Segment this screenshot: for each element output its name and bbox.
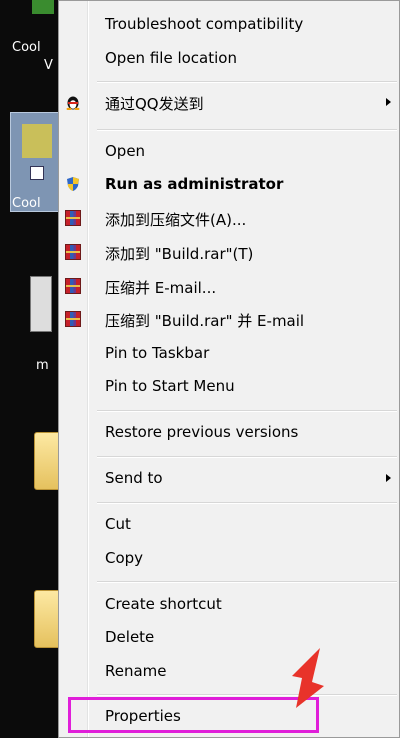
uac-shield-icon bbox=[65, 176, 81, 192]
menu-item-cut[interactable]: Cut bbox=[59, 509, 399, 539]
shortcut-arrow-icon bbox=[30, 166, 44, 180]
menu-item-e-mail[interactable]: 压缩并 E-mail... bbox=[59, 271, 399, 301]
menu-item-label: 压缩并 E-mail... bbox=[105, 279, 217, 297]
app-icon-top[interactable] bbox=[32, 0, 54, 14]
menu-item-label: Open bbox=[105, 142, 146, 160]
red-pointer-arrow-icon bbox=[292, 648, 324, 708]
menu-separator bbox=[97, 502, 397, 504]
menu-item-label: Delete bbox=[105, 628, 155, 646]
menu-item-a[interactable]: 添加到压缩文件(A)... bbox=[59, 203, 399, 233]
menu-item-label: 通过QQ发送到 bbox=[105, 95, 204, 113]
menu-separator bbox=[97, 694, 397, 696]
menu-item-label: 添加到压缩文件(A)... bbox=[105, 211, 247, 229]
app-icon bbox=[22, 124, 52, 158]
menu-separator bbox=[97, 581, 397, 583]
menu-separator bbox=[97, 410, 397, 412]
winrar-icon bbox=[65, 311, 81, 327]
menu-separator bbox=[97, 456, 397, 458]
menu-item-copy[interactable]: Copy bbox=[59, 543, 399, 573]
desktop-label-cool-2[interactable]: Cool bbox=[12, 196, 41, 211]
menu-item-build-rar-e-mail[interactable]: 压缩到 "Build.rar" 并 E-mail bbox=[59, 304, 399, 334]
menu-item-pin-to-taskbar[interactable]: Pin to Taskbar bbox=[59, 338, 399, 368]
menu-item-label: 添加到 "Build.rar"(T) bbox=[105, 245, 254, 263]
menu-item-send-to[interactable]: Send to bbox=[59, 463, 399, 493]
context-menu: Troubleshoot compatibility Open file loca… bbox=[58, 0, 400, 738]
desktop-label-cool-1[interactable]: Cool bbox=[12, 40, 41, 55]
submenu-arrow-icon bbox=[386, 474, 391, 482]
menu-item-open-file-location[interactable]: Open file location bbox=[59, 43, 399, 73]
menu-item-build-rar-t[interactable]: 添加到 "Build.rar"(T) bbox=[59, 237, 399, 267]
menu-item-label: Create shortcut bbox=[105, 595, 222, 613]
menu-separator bbox=[97, 129, 397, 131]
winrar-icon bbox=[65, 278, 81, 294]
desktop-label-cool-1b: V bbox=[44, 58, 53, 73]
menu-item-label: 压缩到 "Build.rar" 并 E-mail bbox=[105, 312, 305, 330]
menu-item-label: Pin to Taskbar bbox=[105, 344, 210, 362]
menu-item-qq[interactable]: 通过QQ发送到 bbox=[59, 87, 399, 117]
menu-item-create-shortcut[interactable]: Create shortcut bbox=[59, 589, 399, 619]
submenu-arrow-icon bbox=[386, 98, 391, 106]
menu-item-label: Pin to Start Menu bbox=[105, 377, 235, 395]
menu-item-rename[interactable]: Rename bbox=[59, 656, 399, 686]
menu-item-open[interactable]: Open bbox=[59, 136, 399, 166]
menu-item-label: Run as administrator bbox=[105, 175, 284, 193]
menu-item-delete[interactable]: Delete bbox=[59, 622, 399, 652]
menu-item-restore-previous-versions[interactable]: Restore previous versions bbox=[59, 417, 399, 447]
menu-item-run-as-administrator[interactable]: Run as administrator bbox=[59, 169, 399, 199]
menu-item-pin-to-start-menu[interactable]: Pin to Start Menu bbox=[59, 371, 399, 401]
desktop-label-m[interactable]: m bbox=[36, 358, 49, 373]
winrar-icon bbox=[65, 244, 81, 260]
menu-item-label: Send to bbox=[105, 469, 163, 487]
menu-item-label: Troubleshoot compatibility bbox=[105, 15, 304, 33]
desktop: Cool V Cool m bbox=[0, 0, 66, 738]
menu-item-label: Cut bbox=[105, 515, 131, 533]
menu-item-label: Rename bbox=[105, 662, 167, 680]
menu-item-label: Copy bbox=[105, 549, 144, 567]
winrar-icon bbox=[65, 210, 81, 226]
qq-penguin-icon bbox=[65, 94, 81, 111]
menu-item-troubleshoot-compatibility[interactable]: Troubleshoot compatibility bbox=[59, 9, 399, 39]
menu-item-label: Restore previous versions bbox=[105, 423, 299, 441]
file-icon[interactable] bbox=[30, 276, 52, 332]
properties-highlight-box bbox=[68, 697, 319, 733]
menu-item-label: Open file location bbox=[105, 49, 237, 67]
menu-separator bbox=[97, 81, 397, 83]
